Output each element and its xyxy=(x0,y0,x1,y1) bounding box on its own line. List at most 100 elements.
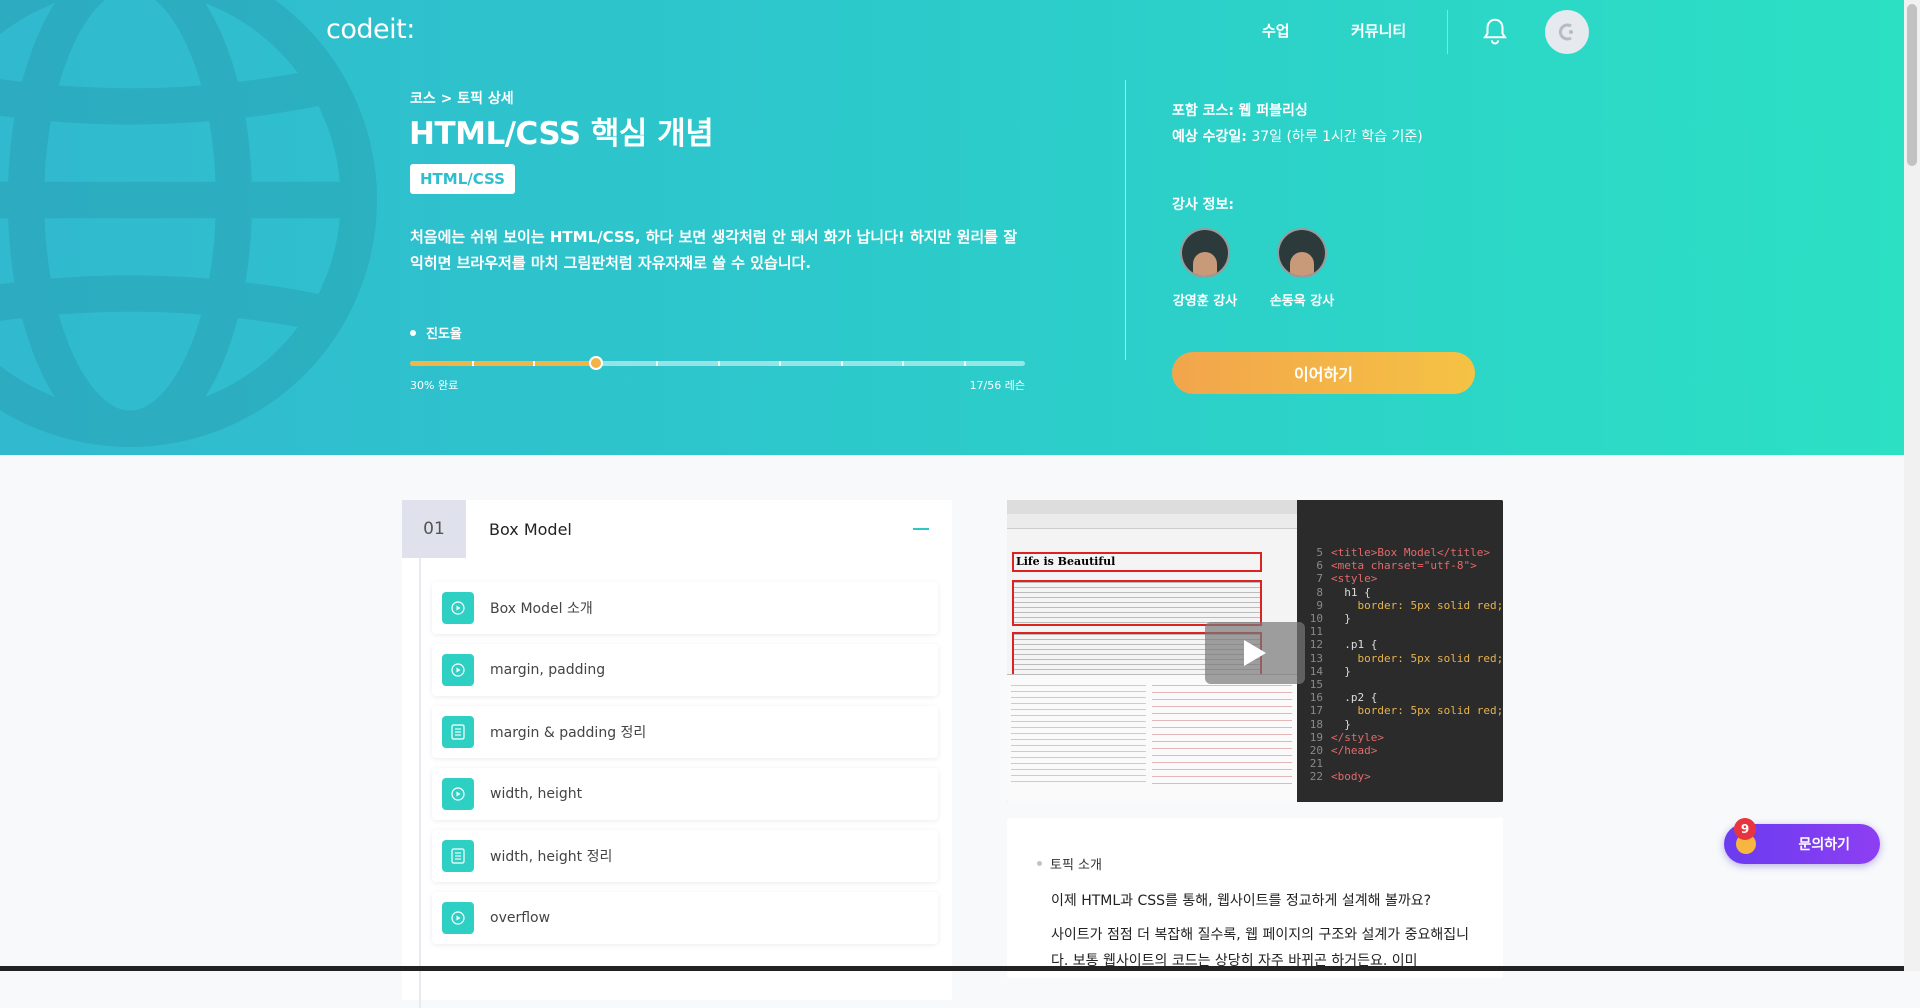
topic-intro: 토픽 소개 이제 HTML과 CSS를 통해, 웹사이트를 정교하게 설계해 볼… xyxy=(1007,818,1503,978)
code-line: <meta charset="utf-8"> xyxy=(1331,559,1477,573)
code-line: <title>Box Model</title> xyxy=(1331,546,1490,559)
instructor-name: 강영훈 강사 xyxy=(1172,294,1238,309)
play-icon xyxy=(442,654,474,686)
course-value[interactable]: 웹 퍼블리싱 xyxy=(1238,103,1307,119)
progress-percent: 30% 완료 xyxy=(410,379,459,392)
progress-fill xyxy=(410,361,595,366)
code-line-number: 19 xyxy=(1309,730,1323,744)
code-line-number: 18 xyxy=(1309,717,1323,731)
progress-tick xyxy=(902,361,904,366)
intro-heading-text: 토픽 소개 xyxy=(1050,858,1102,873)
document-icon xyxy=(442,716,474,748)
scrollbar-thumb[interactable] xyxy=(1907,4,1917,166)
lesson-item[interactable]: margin, padding xyxy=(432,644,938,696)
instructor-card[interactable]: 손동욱 강사 xyxy=(1262,228,1342,309)
chapter-title[interactable]: Box Model xyxy=(489,520,572,539)
help-badge: 9 xyxy=(1734,818,1756,840)
codeit-logo[interactable]: codeit: xyxy=(326,14,415,45)
globe-icon xyxy=(0,0,377,447)
instructors-label: 강사 정보: xyxy=(1172,197,1234,213)
code-line-number: 8 xyxy=(1316,585,1323,599)
code-line: } xyxy=(1331,664,1351,678)
bullet-icon xyxy=(410,329,416,336)
lesson-item[interactable]: width, height xyxy=(432,768,938,820)
page-scrollbar[interactable] xyxy=(1904,0,1920,971)
lesson-item[interactable]: Box Model 소개 xyxy=(432,582,938,634)
chapter-card: 01 Box Model Box Model 소개 margin, padding… xyxy=(402,500,952,1008)
continue-button[interactable]: 이어하기 xyxy=(1172,352,1475,394)
help-button[interactable]: 9 문의하기 xyxy=(1724,818,1880,864)
instructor-photo xyxy=(1180,228,1230,278)
user-avatar-icon xyxy=(1558,23,1573,41)
play-icon xyxy=(1244,640,1266,666)
video-code-editor: 5 <title>Box Model</title> 6 <meta charset=… xyxy=(1297,500,1503,802)
bullet-icon xyxy=(1037,861,1042,866)
lesson-title: width, height xyxy=(490,786,583,802)
lesson-title: overflow xyxy=(490,910,551,926)
progress-tick xyxy=(533,361,535,366)
code-line: border: 5px solid red; xyxy=(1331,598,1503,612)
code-line-number: 21 xyxy=(1309,757,1323,771)
code-line: .p2 { xyxy=(1331,691,1378,705)
play-icon xyxy=(442,778,474,810)
instructor-card[interactable]: 강영훈 강사 xyxy=(1165,228,1245,309)
video-player[interactable]: Life is Beautiful 5 <title>Box Model</tit… xyxy=(1007,500,1503,802)
hero-divider xyxy=(1125,80,1126,360)
lesson-item[interactable]: width, height 정리 xyxy=(432,830,938,882)
lesson-title: margin & padding 정리 xyxy=(490,725,647,741)
play-icon xyxy=(442,592,474,624)
code-line: h1 { xyxy=(1331,585,1371,599)
progress-tick xyxy=(656,361,658,366)
bottom-edge xyxy=(0,966,1904,971)
progress-knob xyxy=(588,356,603,370)
course-info: 포함 코스: 웹 퍼블리싱 xyxy=(1172,100,1308,120)
chapter-timeline xyxy=(419,558,421,1008)
nav-community[interactable]: 커뮤니티 xyxy=(1351,20,1406,41)
play-icon xyxy=(442,902,474,934)
code-line-number: 7 xyxy=(1316,572,1323,586)
code-line-number: 9 xyxy=(1316,598,1323,612)
code-line: } xyxy=(1331,612,1351,625)
code-line: border: 5px solid red; xyxy=(1331,651,1503,665)
breadcrumb: 코스 > 토픽 상세 xyxy=(410,91,514,107)
code-line: </head> xyxy=(1331,744,1378,757)
topic-hero: codeit: 수업 커뮤니티 코스 > 토픽 상세 HTML/CSS 핵심 개… xyxy=(0,0,1904,455)
code-line: border: 5px solid red; xyxy=(1331,704,1503,718)
collapse-icon[interactable] xyxy=(913,528,929,530)
code-line-number: 22 xyxy=(1309,770,1323,784)
code-line-number: 10 xyxy=(1309,612,1323,625)
code-line: <body> xyxy=(1331,770,1371,784)
document-icon xyxy=(442,840,474,872)
code-line-number: 17 xyxy=(1309,704,1323,718)
topic-description: 처음에는 쉬워 보이는 HTML/CSS, 하다 보면 생각처럼 안 돼서 화가… xyxy=(410,228,1017,272)
duration-value: 37일 (하루 1시간 학습 기준) xyxy=(1251,129,1423,145)
user-avatar[interactable] xyxy=(1545,10,1589,54)
progress-tick xyxy=(779,361,781,366)
progress-lessons: 17/56 레슨 xyxy=(969,379,1025,392)
progress-label: 진도율 xyxy=(410,323,462,342)
progress-label-text: 진도율 xyxy=(426,327,462,342)
progress-bar xyxy=(410,356,1025,370)
lesson-title: width, height 정리 xyxy=(490,849,613,865)
lesson-item[interactable]: margin & padding 정리 xyxy=(432,706,938,758)
nav-divider xyxy=(1447,10,1448,54)
lesson-title: Box Model 소개 xyxy=(490,601,593,617)
progress-tick xyxy=(840,361,843,366)
code-line: .p1 { xyxy=(1331,638,1378,652)
lesson-item[interactable]: overflow xyxy=(432,892,938,944)
top-navbar: codeit: 수업 커뮤니티 xyxy=(0,0,1904,62)
code-line: <style> xyxy=(1331,572,1378,586)
play-button[interactable] xyxy=(1205,622,1305,684)
progress-tick xyxy=(717,361,720,366)
nav-classes[interactable]: 수업 xyxy=(1262,20,1290,41)
duration-label: 예상 수강일: xyxy=(1172,129,1247,145)
code-line-number: 5 xyxy=(1316,546,1323,559)
progress-tick xyxy=(471,361,474,366)
course-label: 포함 코스: xyxy=(1172,103,1234,119)
progress-tick xyxy=(963,361,966,366)
code-line-number: 6 xyxy=(1316,559,1323,573)
intro-heading: 토픽 소개 xyxy=(1037,854,1102,873)
bell-icon[interactable] xyxy=(1480,16,1510,46)
code-line-number: 16 xyxy=(1309,691,1323,705)
duration-info: 예상 수강일: 37일 (하루 1시간 학습 기준) xyxy=(1172,126,1423,146)
